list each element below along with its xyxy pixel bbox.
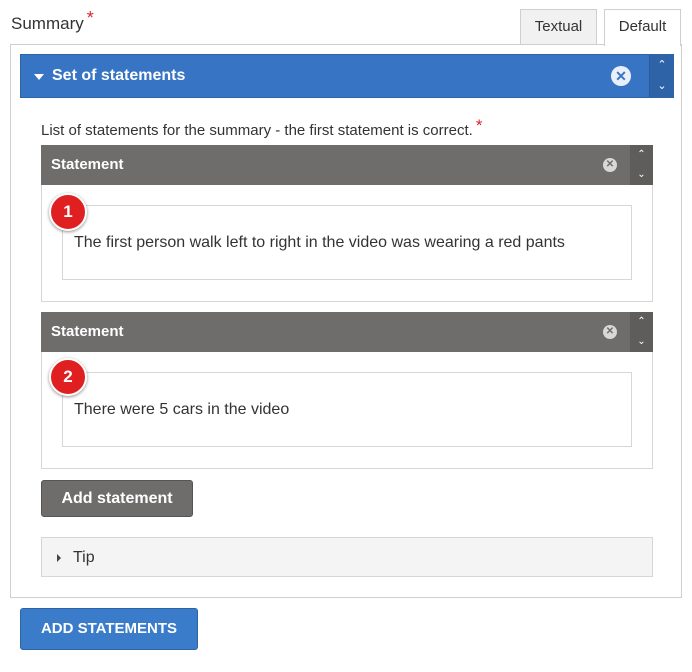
field-label: Summary * [11, 8, 94, 34]
statement-input[interactable]: The first person walk left to right in t… [62, 205, 632, 280]
field-label-text: Summary [11, 14, 84, 33]
group-order-controls: ⌃ ⌄ [649, 55, 674, 97]
statement-item: Statement ✕ ⌃ ⌄ There were 5 cars in the… [41, 312, 653, 469]
tab-default[interactable]: Default [604, 9, 681, 46]
add-statement-button[interactable]: Add statement [41, 480, 193, 517]
statement-header-label: Statement [51, 156, 124, 173]
add-statements-button[interactable]: ADD STATEMENTS [20, 608, 198, 650]
move-down-icon[interactable]: ⌄ [630, 332, 653, 352]
move-up-icon[interactable]: ⌃ [650, 55, 674, 76]
annotation-badge: 2 [49, 358, 87, 396]
description-required-mark: * [475, 116, 483, 135]
move-up-icon[interactable]: ⌃ [630, 145, 653, 165]
statement-body: The first person walk left to right in t… [41, 185, 653, 302]
move-down-icon[interactable]: ⌄ [630, 165, 653, 185]
move-up-icon[interactable]: ⌃ [630, 312, 653, 332]
group-description: List of statements for the summary - the… [41, 116, 482, 140]
remove-statement-icon[interactable]: ✕ [603, 325, 617, 339]
statement-order-controls: ⌃ ⌄ [630, 145, 653, 185]
tip-toggle[interactable]: Tip [41, 537, 653, 577]
required-mark: * [86, 8, 94, 28]
statement-order-controls: ⌃ ⌄ [630, 312, 653, 352]
move-down-icon[interactable]: ⌄ [650, 76, 674, 97]
remove-statement-icon[interactable]: ✕ [603, 158, 617, 172]
group-title: Set of statements [52, 67, 186, 84]
expand-caret-icon [57, 554, 61, 562]
annotation-badge: 1 [49, 193, 87, 231]
statement-header-label: Statement [51, 323, 124, 340]
group-description-text: List of statements for the summary - the… [41, 122, 473, 139]
statement-body: There were 5 cars in the video [41, 352, 653, 469]
tab-textual[interactable]: Textual [520, 9, 597, 45]
remove-group-icon[interactable]: ✕ [611, 66, 631, 86]
group-header[interactable]: Set of statements ✕ ⌃ ⌄ [20, 54, 674, 98]
statement-header[interactable]: Statement ✕ ⌃ ⌄ [41, 312, 653, 352]
tip-label: Tip [73, 549, 95, 566]
statement-header[interactable]: Statement ✕ ⌃ ⌄ [41, 145, 653, 185]
statement-item: Statement ✕ ⌃ ⌄ The first person walk le… [41, 145, 653, 302]
collapse-caret-icon[interactable] [34, 74, 44, 80]
summary-panel: Set of statements ✕ ⌃ ⌄ List of statemen… [10, 44, 682, 598]
statement-input[interactable]: There were 5 cars in the video [62, 372, 632, 447]
